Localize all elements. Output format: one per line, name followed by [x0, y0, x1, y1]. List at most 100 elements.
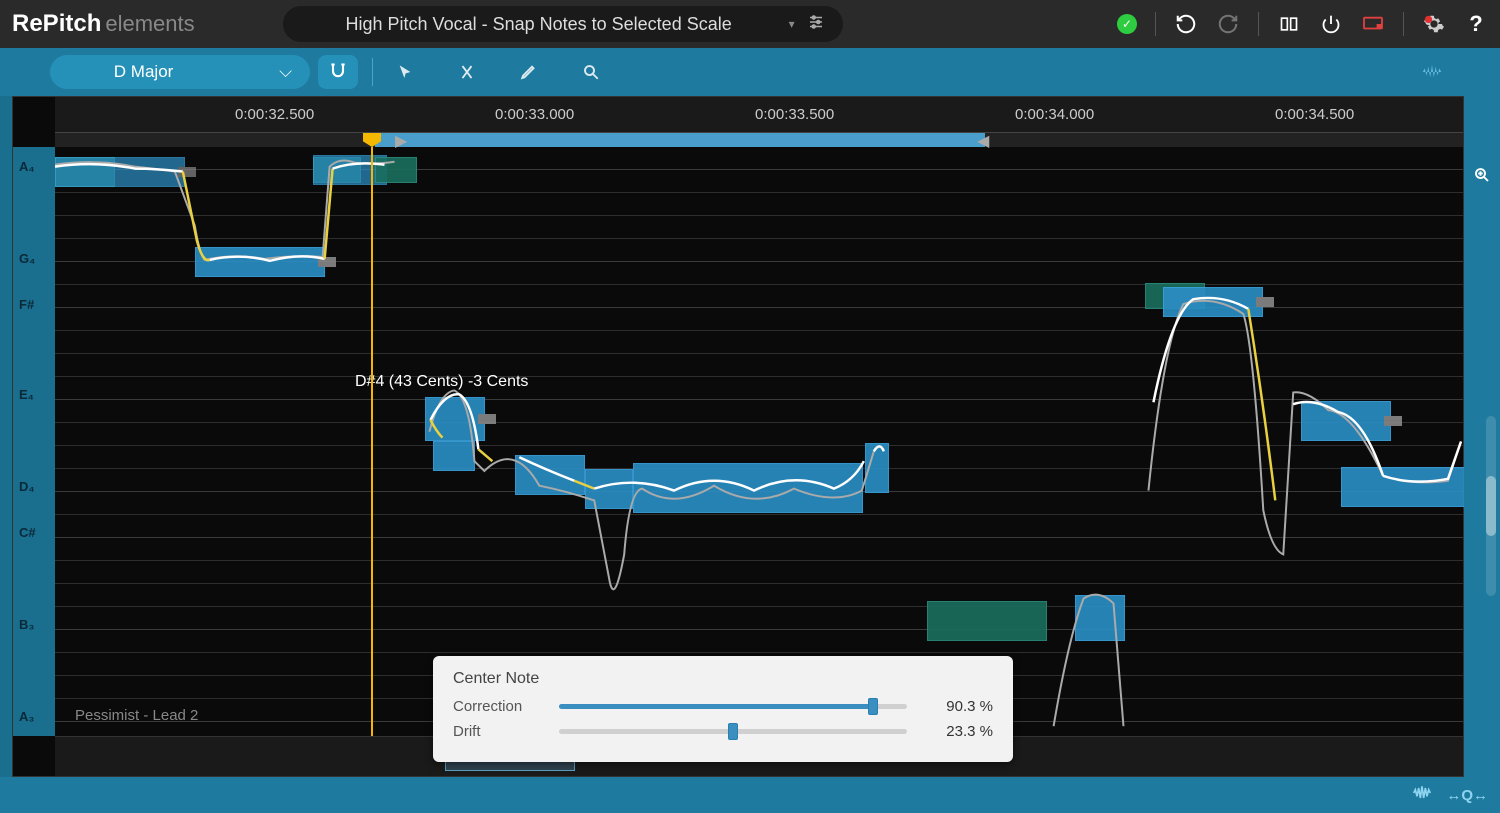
track-name-label: Pessimist - Lead 2 [75, 707, 198, 724]
note-block[interactable] [425, 397, 485, 441]
grid-line [55, 238, 1463, 239]
note-block[interactable] [585, 469, 633, 509]
note-handle[interactable] [1384, 416, 1402, 426]
status-ok-icon[interactable]: ✓ [1117, 14, 1137, 34]
ab-compare-button[interactable] [1277, 12, 1301, 36]
drift-row: Drift 23.3 % [453, 723, 993, 740]
slider-fill [559, 704, 873, 709]
power-button[interactable] [1319, 12, 1343, 36]
grid-line [55, 169, 1463, 170]
note-handle[interactable] [478, 414, 496, 424]
note-block[interactable] [515, 455, 585, 495]
note-block[interactable] [433, 441, 475, 471]
note-label: C# [19, 525, 36, 540]
grid-line [55, 330, 1463, 331]
ruler-tick: 0:00:33.500 [755, 97, 834, 132]
correction-label: Correction [453, 698, 543, 715]
time-ruler[interactable]: 0:00:32.500 0:00:33.000 0:00:33.500 0:00… [55, 97, 1463, 133]
gear-notification-icon[interactable] [1422, 12, 1446, 36]
top-toolbar: RePitch elements High Pitch Vocal - Snap… [0, 0, 1500, 48]
note-label: D₄ [19, 479, 35, 494]
sub-toolbar: D Major ⌵ [0, 48, 1500, 96]
loop-region[interactable] [375, 133, 985, 147]
scale-name: D Major [114, 62, 174, 82]
scale-dropdown[interactable]: D Major ⌵ [50, 55, 310, 89]
ruler-tick: 0:00:32.500 [235, 97, 314, 132]
waveform-icon[interactable] [1412, 786, 1432, 804]
note-handle[interactable] [1256, 297, 1274, 307]
correction-slider[interactable] [559, 704, 907, 709]
note-block[interactable] [195, 247, 325, 277]
slider-thumb[interactable] [728, 723, 738, 740]
divider [1403, 12, 1404, 36]
grid-line [55, 606, 1463, 607]
grid-line [55, 652, 1463, 653]
note-block[interactable] [1163, 287, 1263, 317]
note-block[interactable] [375, 157, 417, 183]
note-handle[interactable] [178, 167, 196, 177]
vertical-scrollbar[interactable] [1486, 416, 1496, 596]
center-note-panel: Center Note Correction 90.3 % Drift 23.3… [433, 656, 1013, 762]
grid-line [55, 560, 1463, 561]
slider-thumb[interactable] [868, 698, 878, 715]
grid-line [55, 376, 1463, 377]
scrollbar-thumb[interactable] [1486, 476, 1496, 536]
app-logo: RePitch elements [12, 10, 195, 38]
pitch-curves [55, 147, 1463, 736]
grid-line [55, 399, 1463, 400]
note-block[interactable] [927, 601, 1047, 641]
note-handle[interactable] [318, 257, 336, 267]
zoom-vertical-in-icon[interactable] [1473, 166, 1491, 189]
note-label: A₄ [19, 159, 35, 174]
zoom-tool-button[interactable] [573, 54, 609, 90]
drift-slider[interactable] [559, 729, 907, 734]
separator [372, 58, 373, 86]
grid-line [55, 445, 1463, 446]
loop-region-bar[interactable]: ▶ ◀ [55, 133, 1463, 147]
undo-button[interactable] [1174, 12, 1198, 36]
note-block[interactable] [1075, 595, 1125, 641]
help-button[interactable]: ? [1464, 12, 1488, 36]
note-labels-column: A₄ G₄ F# E₄ D₄ C# B₃ A₃ [13, 147, 55, 736]
pitch-info-label: D#4 (43 Cents) -3 Cents [355, 373, 528, 391]
grid-line [55, 514, 1463, 515]
drift-value: 23.3 % [923, 723, 993, 740]
snap-magnet-button[interactable] [318, 55, 358, 89]
monitor-lock-icon[interactable] [1361, 12, 1385, 36]
grid-line [55, 583, 1463, 584]
grid-line [55, 215, 1463, 216]
note-label: B₃ [19, 617, 34, 632]
chevron-down-icon: ⌵ [279, 62, 292, 82]
correction-value: 90.3 % [923, 698, 993, 715]
ruler-tick: 0:00:33.000 [495, 97, 574, 132]
note-block[interactable] [1301, 401, 1391, 441]
zoom-fit-icon[interactable]: ↔Q↔ [1446, 787, 1488, 804]
logo-sub-text: elements [105, 11, 194, 37]
note-label: A₃ [19, 709, 34, 724]
note-label: E₄ [19, 387, 34, 402]
drift-label: Drift [453, 723, 543, 740]
pitch-editor: A₄ G₄ F# E₄ D₄ C# B₃ A₃ 0:00:32.500 0:00… [12, 96, 1464, 777]
split-tool-button[interactable] [449, 54, 485, 90]
note-label: G₄ [19, 251, 35, 266]
panel-title: Center Note [453, 670, 993, 688]
waveform-toggle-button[interactable] [1414, 54, 1450, 90]
redo-button[interactable] [1216, 12, 1240, 36]
correction-row: Correction 90.3 % [453, 698, 993, 715]
note-label: F# [19, 297, 34, 312]
right-rail [1464, 96, 1500, 813]
ruler-tick: 0:00:34.000 [1015, 97, 1094, 132]
divider [1258, 12, 1259, 36]
grid-line [55, 422, 1463, 423]
note-block[interactable] [865, 443, 889, 493]
note-block[interactable] [55, 157, 185, 187]
grid-line [55, 192, 1463, 193]
note-block[interactable] [633, 463, 863, 513]
draw-tool-button[interactable] [511, 54, 547, 90]
preset-dropdown[interactable]: High Pitch Vocal - Snap Notes to Selecte… [283, 6, 843, 42]
pitch-grid[interactable]: D#4 (43 Cents) -3 Cents [55, 147, 1463, 736]
playhead[interactable] [371, 147, 373, 736]
note-block[interactable] [1341, 467, 1465, 507]
arrow-tool-button[interactable] [387, 54, 423, 90]
preset-settings-icon[interactable] [807, 13, 825, 36]
